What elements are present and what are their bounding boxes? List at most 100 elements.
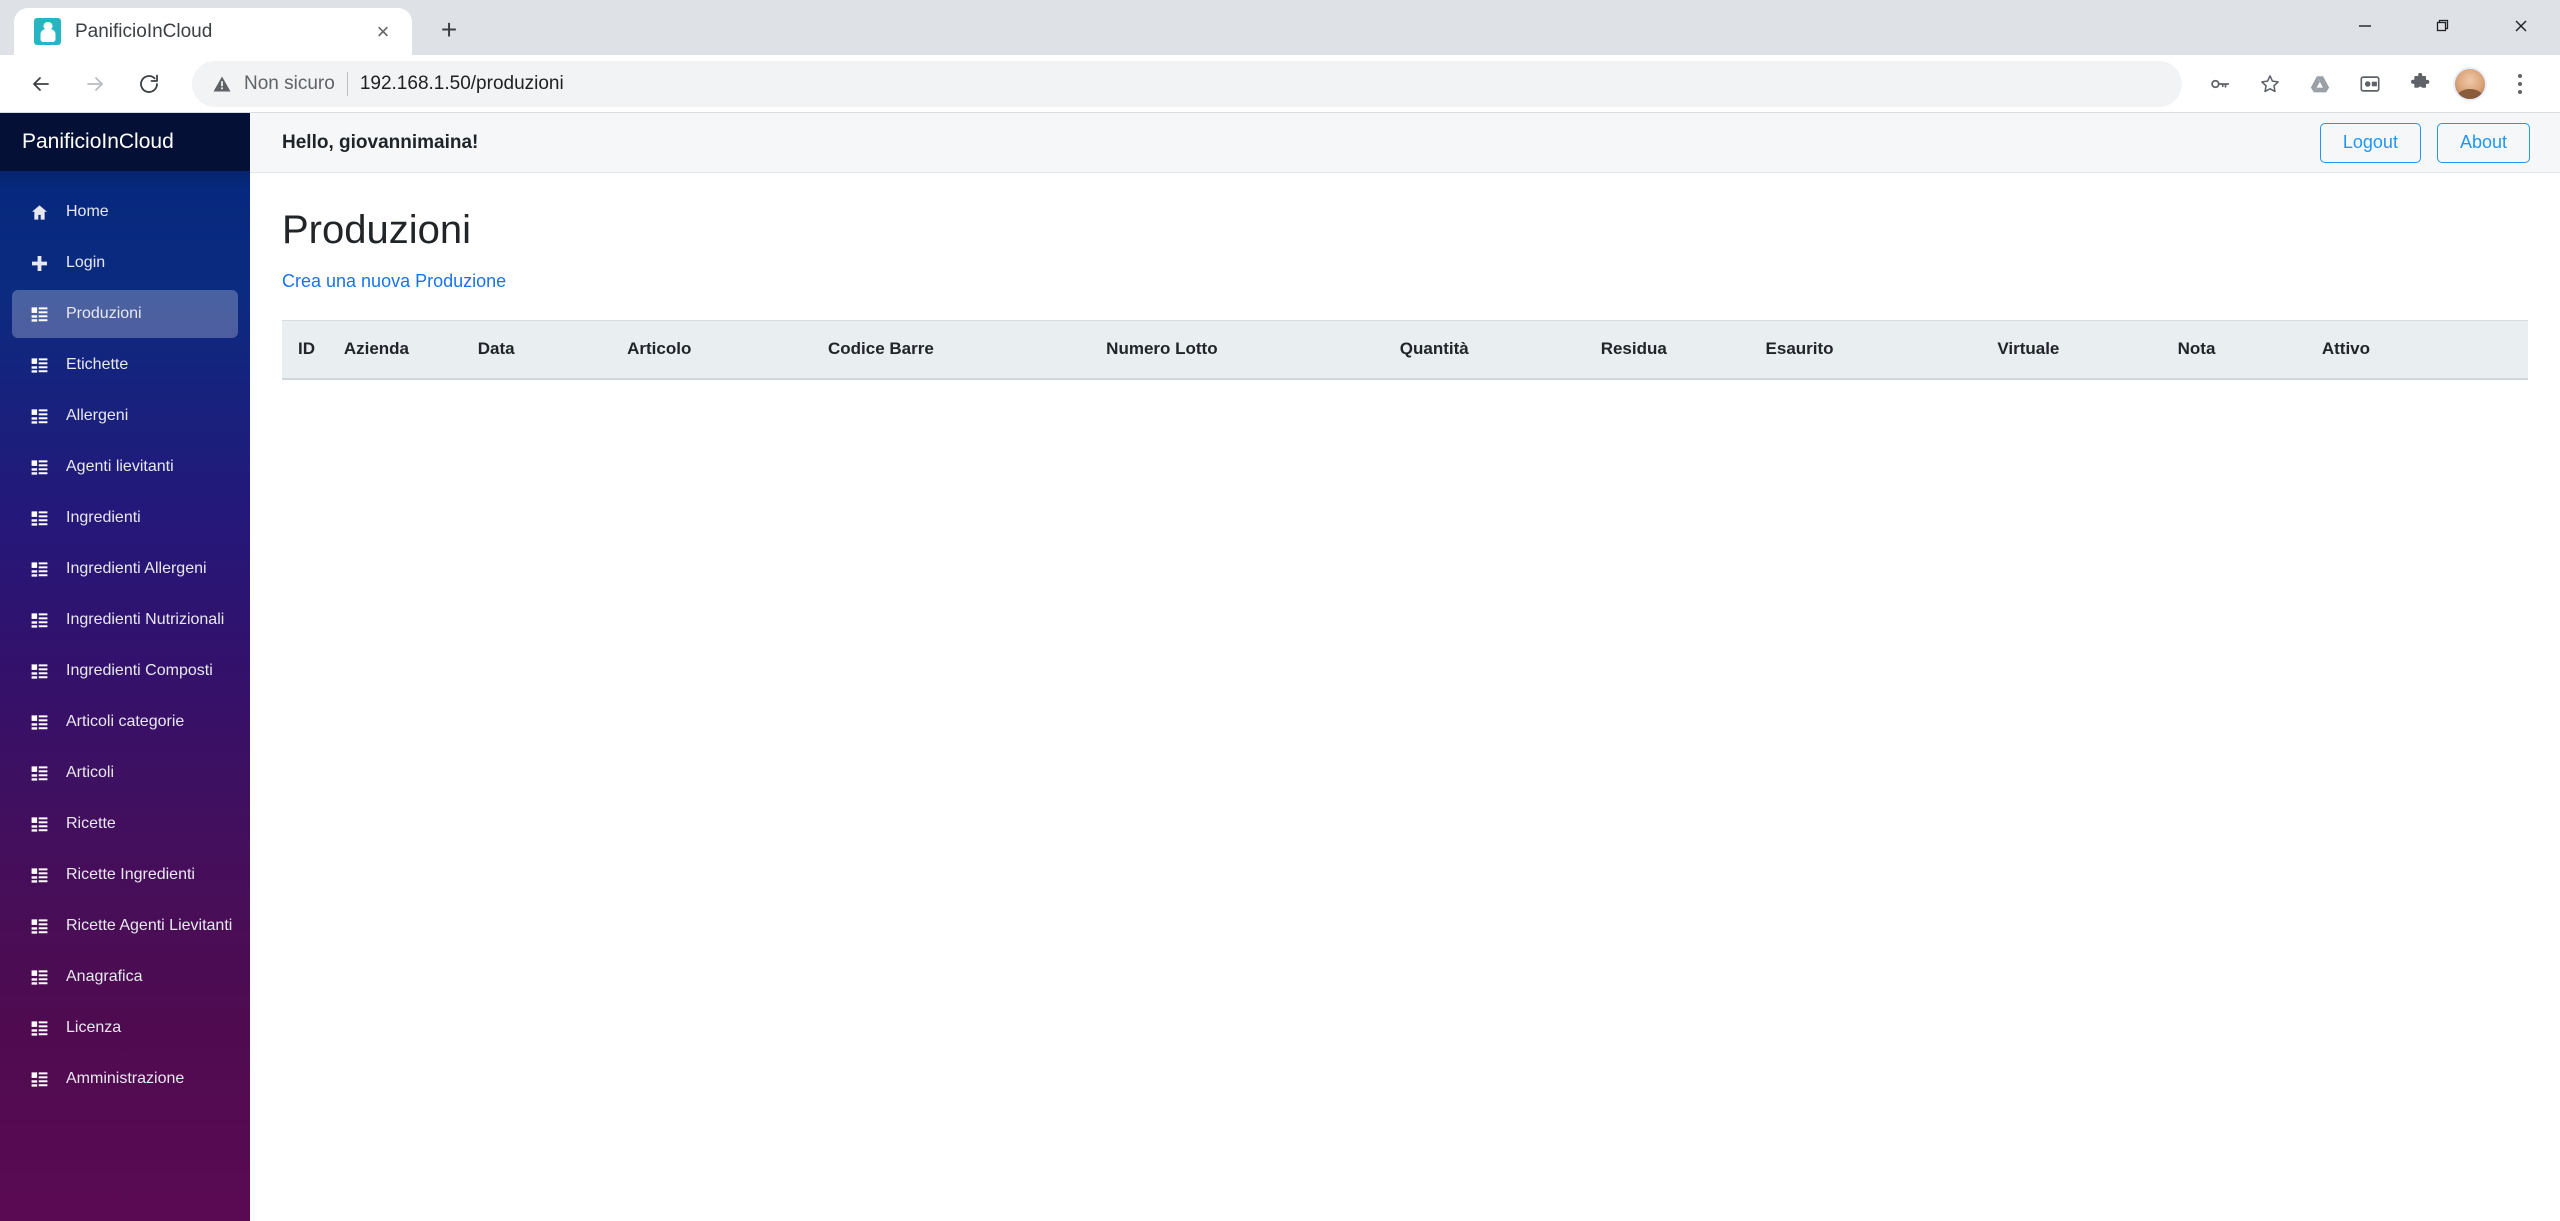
app-topbar: Hello, giovannimaina! Logout About — [250, 113, 2560, 173]
sidebar-item-etichette[interactable]: Etichette — [12, 341, 238, 389]
column-header-azienda[interactable]: Azienda — [343, 320, 478, 380]
list-icon — [28, 1019, 50, 1038]
sidebar-item-agenti-lievitanti[interactable]: Agenti lievitanti — [12, 443, 238, 491]
list-icon — [28, 560, 50, 579]
bookmark-star-icon[interactable] — [2246, 60, 2294, 108]
back-arrow-icon[interactable] — [16, 59, 66, 109]
sidebar-item-label: Ingredienti Nutrizionali — [66, 611, 225, 628]
tab-title: PanificioInCloud — [75, 20, 213, 42]
sidebar-item-ricette[interactable]: Ricette — [12, 800, 238, 848]
column-header-codice-barre[interactable]: Codice Barre — [828, 320, 1107, 380]
list-icon — [28, 713, 50, 732]
main-panel: Produzioni Crea una nuova Produzione ID — [250, 173, 2560, 1221]
chrome-menu-icon[interactable] — [2496, 60, 2544, 108]
sidebar-item-allergeni[interactable]: Allergeni — [12, 392, 238, 440]
table-header-row: ID Azienda Data Articolo Codice Barre Nu… — [282, 320, 2528, 380]
column-header-articolo[interactable]: Articolo — [627, 320, 828, 380]
security-status-text: Non sicuro — [244, 72, 335, 94]
forward-arrow-icon[interactable] — [70, 59, 120, 109]
greeting-text: Hello, giovannimaina! — [282, 131, 479, 153]
list-icon — [28, 917, 50, 936]
sidebar-item-articoli[interactable]: Articoli — [12, 749, 238, 797]
omnibox-divider — [346, 71, 348, 96]
sidebar-item-home[interactable]: Home — [12, 188, 238, 236]
sidebar-item-label: Ingredienti Composti — [66, 662, 213, 679]
sidebar-item-label: Agenti lievitanti — [66, 458, 174, 475]
sidebar-item-label: Articoli categorie — [66, 713, 185, 730]
column-header-nota[interactable]: Nota — [2177, 320, 2322, 380]
sidebar-item-label: Anagrafica — [66, 968, 143, 985]
profile-avatar[interactable] — [2446, 60, 2494, 108]
sidebar-item-articoli-categorie[interactable]: Articoli categorie — [12, 698, 238, 746]
sidebar-item-label: Home — [66, 203, 109, 220]
sidebar-item-ingredienti-allergeni[interactable]: Ingredienti Allergeni — [12, 545, 238, 593]
list-icon — [28, 611, 50, 630]
plus-icon — [28, 254, 50, 273]
list-icon — [28, 458, 50, 477]
google-drive-icon[interactable] — [2296, 60, 2344, 108]
list-icon — [28, 815, 50, 834]
topbar-buttons: Logout About — [2319, 122, 2530, 163]
window-close-icon[interactable] — [2482, 0, 2560, 52]
sidebar-item-ingredienti-nutrizionali[interactable]: Ingredienti Nutrizionali — [12, 596, 238, 644]
sidebar-item-ingredienti-composti[interactable]: Ingredienti Composti — [12, 647, 238, 695]
sidebar: PanificioInCloud Home Login Produzioni E… — [0, 113, 250, 1221]
produzioni-table: ID Azienda Data Articolo Codice Barre Nu… — [282, 320, 2528, 380]
sidebar-item-ricette-ingredienti[interactable]: Ricette Ingredienti — [12, 851, 238, 899]
sidebar-item-label: Produzioni — [66, 305, 142, 322]
sidebar-item-ingredienti[interactable]: Ingredienti — [12, 494, 238, 542]
sidebar-item-amministrazione[interactable]: Amministrazione — [12, 1055, 238, 1103]
column-header-virtuale[interactable]: Virtuale — [1997, 320, 2178, 380]
sidebar-item-label: Licenza — [66, 1019, 122, 1036]
password-key-icon[interactable] — [2196, 60, 2244, 108]
sidebar-item-licenza[interactable]: Licenza — [12, 1004, 238, 1052]
create-new-produzione-link[interactable]: Crea una nuova Produzione — [282, 271, 506, 292]
list-icon — [28, 305, 50, 324]
produzioni-table-wrapper: ID Azienda Data Articolo Codice Barre Nu… — [282, 320, 2528, 380]
home-icon — [28, 203, 50, 222]
page-body: PanificioInCloud Home Login Produzioni E… — [0, 113, 2560, 1221]
sidebar-item-label: Login — [66, 254, 106, 271]
extensions-puzzle-icon[interactable] — [2396, 60, 2444, 108]
about-button[interactable]: About — [2436, 122, 2530, 163]
reload-icon[interactable] — [124, 59, 174, 109]
sidebar-item-ricette-agenti-lievitanti[interactable]: Ricette Agenti Lievitanti — [12, 902, 238, 950]
restore-icon[interactable] — [2404, 0, 2482, 52]
new-tab-button[interactable]: + — [426, 7, 472, 53]
sidebar-item-login[interactable]: Login — [12, 239, 238, 287]
browser-toolbar: Non sicuro 192.168.1.50/produzioni — [0, 55, 2560, 113]
media-window-icon[interactable] — [2346, 60, 2394, 108]
column-header-id[interactable]: ID — [282, 320, 344, 380]
logout-button[interactable]: Logout — [2319, 122, 2421, 163]
content-area: Hello, giovannimaina! Logout About Produ… — [250, 113, 2560, 1221]
list-icon — [28, 866, 50, 885]
window-controls — [2326, 0, 2560, 52]
column-header-numero-lotto[interactable]: Numero Lotto — [1106, 320, 1400, 380]
column-header-quantita[interactable]: Quantità — [1399, 320, 1601, 380]
sidebar-item-anagrafica[interactable]: Anagrafica — [12, 953, 238, 1001]
address-bar[interactable]: Non sicuro 192.168.1.50/produzioni — [192, 60, 2182, 107]
sidebar-item-label: Ingredienti Allergeni — [66, 560, 207, 577]
column-header-residua[interactable]: Residua — [1600, 320, 1766, 380]
page-title: Produzioni — [282, 208, 472, 252]
browser-window: PanificioInCloud × + Non sicuro 192.168.… — [0, 0, 2560, 1221]
sidebar-item-label: Amministrazione — [66, 1070, 185, 1087]
list-icon — [28, 1070, 50, 1089]
list-icon — [28, 407, 50, 426]
sidebar-item-label: Allergeni — [66, 407, 129, 424]
close-icon[interactable]: × — [368, 17, 398, 47]
list-icon — [28, 356, 50, 375]
sidebar-item-label: Ingredienti — [66, 509, 141, 526]
brand-title[interactable]: PanificioInCloud — [0, 113, 250, 171]
warning-triangle-icon — [212, 74, 232, 94]
browser-tab[interactable]: PanificioInCloud × — [14, 8, 412, 55]
column-header-esaurito[interactable]: Esaurito — [1765, 320, 1998, 380]
sidebar-nav: Home Login Produzioni Etichette Allergen… — [0, 171, 250, 1106]
sidebar-item-produzioni[interactable]: Produzioni — [12, 290, 238, 338]
column-header-attivo[interactable]: Attivo — [2321, 320, 2528, 380]
column-header-data[interactable]: Data — [477, 320, 628, 380]
minimize-icon[interactable] — [2326, 0, 2404, 52]
sidebar-item-label: Ricette — [66, 815, 116, 832]
sidebar-item-label: Etichette — [66, 356, 129, 373]
sidebar-item-label: Ricette Agenti Lievitanti — [66, 917, 233, 934]
